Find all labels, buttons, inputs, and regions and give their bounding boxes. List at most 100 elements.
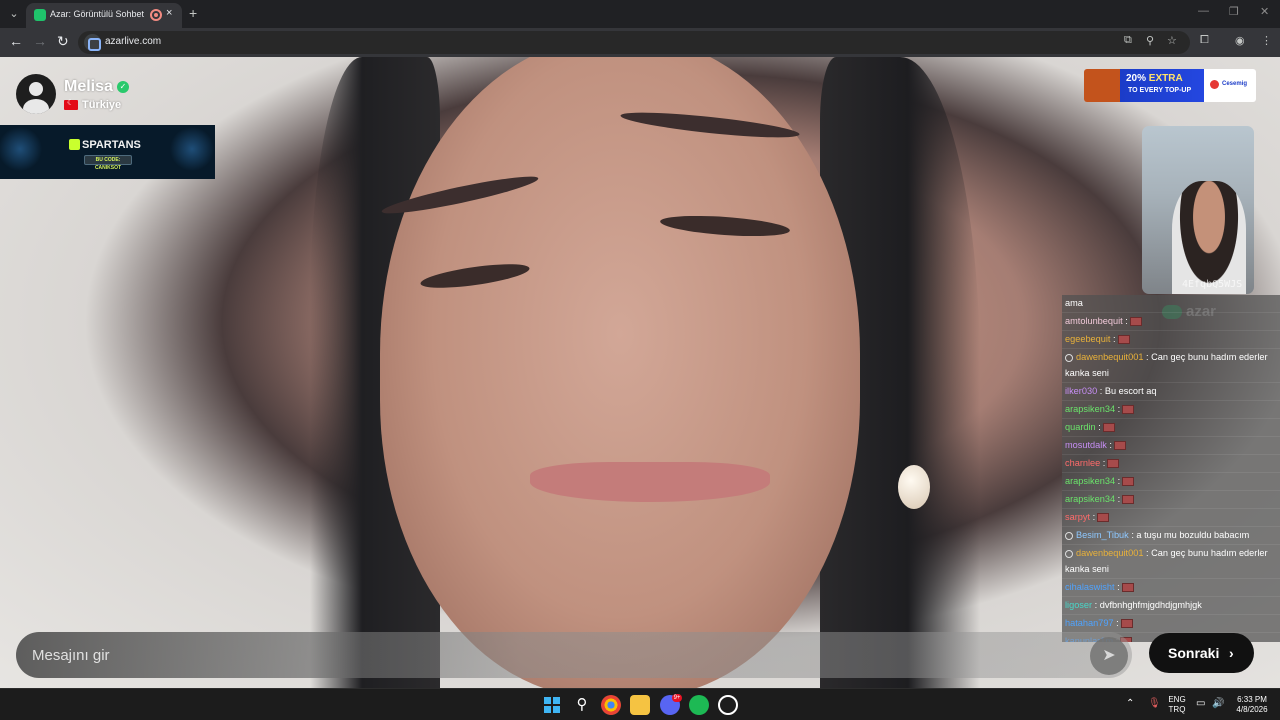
video-face: [380, 57, 860, 688]
chat-message: amtolunbequit :: [1062, 313, 1280, 331]
clock-time: 6:33 PM: [1237, 695, 1267, 704]
tab-close-icon[interactable]: ×: [166, 7, 172, 19]
topup-ad[interactable]: 20% EXTRA TO EVERY TOP-UP Cesemig: [1084, 69, 1256, 102]
chat-text: :: [1115, 476, 1121, 486]
browser-tab[interactable]: Azar: Görüntülü Sohbet & ×: [26, 3, 182, 28]
profile-icon[interactable]: ◉: [1235, 34, 1245, 47]
chat-text: :: [1113, 618, 1119, 628]
clock-date: 4/8/2026: [1236, 705, 1268, 714]
chat-username[interactable]: ilker030: [1065, 386, 1097, 396]
avatar[interactable]: [16, 74, 56, 114]
chat-text: :: [1090, 512, 1096, 522]
chat-message: arapsiken34 :: [1062, 473, 1280, 491]
chat-text: : Bu escort aq: [1097, 386, 1157, 396]
microphone-icon[interactable]: 🎙: [1148, 698, 1161, 709]
spartans-logo-icon: [69, 139, 80, 150]
emote-icon: [1121, 583, 1134, 593]
chevron-up-icon[interactable]: ⌃: [1126, 698, 1134, 709]
send-button[interactable]: ➤: [1090, 637, 1128, 675]
tab-title: Azar: Görüntülü Sohbet &: [50, 9, 146, 19]
discord-badge: 9+: [672, 694, 682, 702]
chat-message: hatahan797 :: [1062, 615, 1280, 633]
tab-search-icon[interactable]: ⌄: [4, 4, 24, 24]
emote-icon: [1102, 423, 1115, 433]
volume-icon[interactable]: 🔊: [1212, 698, 1224, 709]
minimize-button[interactable]: —: [1198, 5, 1209, 17]
search-icon[interactable]: ⚲: [572, 695, 592, 715]
chat-username[interactable]: charnlee: [1065, 458, 1100, 468]
chat-username[interactable]: egeebequit: [1065, 334, 1110, 344]
chat-username[interactable]: amtolunbequit: [1065, 316, 1123, 326]
chat-message: cihalaswisht :: [1062, 579, 1280, 597]
chat-text: :: [1110, 334, 1116, 344]
browser-tabstrip: ⌄ Azar: Görüntülü Sohbet & × + — ❐ ✕: [0, 0, 1280, 28]
chat-text: : a tuşu mu bozuldu babacım: [1128, 530, 1250, 540]
emote-icon: [1113, 441, 1126, 451]
new-tab-button[interactable]: +: [189, 5, 197, 21]
ad-brand: Cesemig: [1222, 81, 1248, 87]
cast-icon[interactable]: ⧉: [1124, 34, 1132, 47]
chat-username[interactable]: dawenbequit001: [1076, 352, 1143, 362]
chat-username[interactable]: arapsiken34: [1065, 476, 1115, 486]
windows-start-icon[interactable]: [544, 697, 560, 713]
emote-icon: [1122, 495, 1135, 505]
emote-icon: [1120, 619, 1133, 629]
message-input[interactable]: [32, 645, 932, 665]
next-button[interactable]: Sonraki ›: [1149, 633, 1254, 673]
reload-icon[interactable]: ↻: [57, 33, 69, 50]
obs-icon[interactable]: [718, 695, 738, 715]
file-explorer-icon[interactable]: [630, 695, 650, 715]
menu-icon[interactable]: ⋮: [1261, 34, 1272, 47]
chat-username[interactable]: arapsiken34: [1065, 494, 1115, 504]
chat-username[interactable]: sarpyt: [1065, 512, 1090, 522]
chat-message: ama: [1062, 295, 1280, 313]
forward-icon[interactable]: →: [33, 33, 47, 49]
language-top: ENG: [1168, 695, 1186, 704]
banner-title: SPARTANS: [82, 139, 141, 151]
chat-message: arapsiken34 :: [1062, 491, 1280, 509]
turkey-flag-icon: [64, 98, 78, 110]
emote-icon: [1122, 405, 1135, 415]
chat-text: :: [1106, 440, 1112, 450]
chat-username[interactable]: Besim_Tibuk: [1076, 530, 1129, 540]
spartans-banner: SPARTANS BU CODE: CANIKSOT: [0, 125, 215, 179]
chat-message: ligoser : dvfbnhghfmjgdhdjgmhjgk: [1062, 597, 1280, 615]
verified-icon: ✓: [117, 81, 129, 93]
language-indicator[interactable]: ENG TRQ: [1166, 695, 1188, 715]
chrome-taskbar-icon[interactable]: [601, 695, 621, 715]
url-text[interactable]: azarlive.com: [105, 36, 161, 47]
chat-username[interactable]: mosutdalk: [1065, 440, 1107, 450]
site-info-icon[interactable]: [84, 34, 101, 51]
chat-text: :: [1115, 404, 1121, 414]
spotify-icon[interactable]: [689, 695, 709, 715]
chat-username[interactable]: arapsiken34: [1065, 404, 1115, 414]
emote-icon: [1097, 513, 1110, 523]
zoom-icon[interactable]: ⚲: [1146, 34, 1154, 47]
badge-icon: [1065, 353, 1073, 362]
stream-chat: ama amtolunbequit : egeebequit : dawenbequi…: [1062, 295, 1280, 642]
ad-extra: EXTRA: [1148, 73, 1183, 84]
chat-username[interactable]: ligoser: [1065, 600, 1092, 610]
chat-username[interactable]: hatahan797: [1065, 618, 1114, 628]
chat-username[interactable]: ama: [1065, 298, 1083, 308]
back-icon[interactable]: ←: [9, 33, 23, 49]
maximize-button[interactable]: ❐: [1229, 5, 1239, 18]
ad-subtitle: TO EVERY TOP-UP: [1128, 87, 1192, 94]
chat-username[interactable]: dawenbequit001: [1076, 548, 1143, 558]
network-icon[interactable]: ▭: [1196, 698, 1205, 709]
emote-icon: [1122, 477, 1135, 487]
bookmark-star-icon[interactable]: ☆: [1167, 34, 1177, 47]
chat-text: :: [1114, 582, 1120, 592]
azar-favicon-icon: [34, 9, 46, 21]
chat-text: :: [1115, 494, 1121, 504]
chat-username[interactable]: quardin: [1065, 422, 1096, 432]
address-bar[interactable]: azarlive.com: [78, 31, 1190, 54]
close-window-button[interactable]: ✕: [1260, 5, 1269, 18]
extensions-icon[interactable]: ⧠: [1200, 34, 1209, 47]
self-video: 4EfqbQ5WJS: [1142, 126, 1254, 294]
self-user-id: 4EfqbQ5WJS: [1182, 279, 1243, 290]
clock[interactable]: 6:33 PM 4/8/2026: [1232, 695, 1272, 715]
chat-message: ilker030 : Bu escort aq: [1062, 383, 1280, 401]
chat-username[interactable]: cihalaswisht: [1065, 582, 1115, 592]
chevron-right-icon: ›: [1229, 645, 1234, 661]
